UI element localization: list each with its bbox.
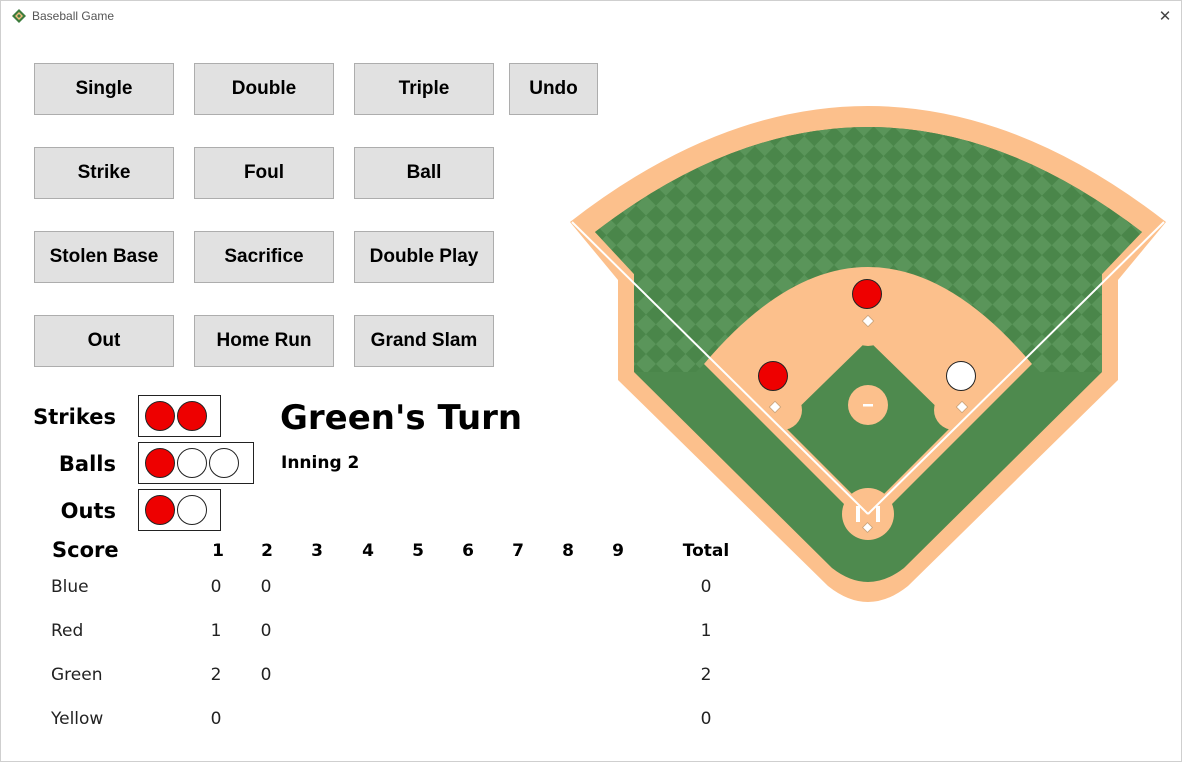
grand-slam-button[interactable]: Grand Slam — [354, 315, 494, 367]
score-cell: 2 — [210, 665, 222, 685]
score-cell: 0 — [210, 577, 222, 597]
runner-first-base — [946, 361, 976, 391]
foul-button[interactable]: Foul — [194, 147, 334, 199]
close-button[interactable]: ✕ — [1152, 4, 1178, 28]
total-cell: 2 — [700, 665, 712, 685]
team-name: Yellow — [51, 709, 104, 729]
inning-label: Inning 2 — [281, 453, 360, 473]
ball-indicator-dot — [209, 448, 239, 478]
total-cell: 0 — [700, 709, 712, 729]
outs-label: Outs — [60, 499, 116, 523]
ball-indicator-dot — [145, 448, 175, 478]
strike-indicator-dot — [177, 401, 207, 431]
out-indicator-dot — [145, 495, 175, 525]
out-button[interactable]: Out — [34, 315, 174, 367]
inning-header: 7 — [512, 541, 524, 561]
score-cell: 0 — [260, 621, 272, 641]
strike-button[interactable]: Strike — [34, 147, 174, 199]
score-cell: 0 — [260, 577, 272, 597]
ball-button[interactable]: Ball — [354, 147, 494, 199]
ball-indicator-dot — [177, 448, 207, 478]
team-name: Green — [51, 665, 103, 685]
window-title: Baseball Game — [32, 9, 115, 23]
runner-second-base — [852, 279, 882, 309]
turn-heading: Green's Turn — [280, 398, 523, 438]
outs-indicator — [138, 489, 221, 531]
runner-third-base — [758, 361, 788, 391]
close-icon: ✕ — [1158, 7, 1172, 25]
inning-header: 6 — [462, 541, 474, 561]
team-name: Blue — [51, 577, 89, 597]
strikes-indicator — [138, 395, 221, 437]
score-cell: 0 — [260, 665, 272, 685]
total-cell: 1 — [700, 621, 712, 641]
single-button[interactable]: Single — [34, 63, 174, 115]
score-cell: 1 — [210, 621, 222, 641]
sacrifice-button[interactable]: Sacrifice — [194, 231, 334, 283]
balls-indicator — [138, 442, 254, 484]
baseball-field — [570, 106, 1166, 602]
score-cell: 0 — [210, 709, 222, 729]
out-indicator-dot — [177, 495, 207, 525]
inning-header: 2 — [261, 541, 273, 561]
team-name: Red — [51, 621, 84, 641]
inning-header: 4 — [362, 541, 374, 561]
balls-label: Balls — [58, 452, 116, 476]
inning-header: 1 — [212, 541, 224, 561]
strikes-label: Strikes — [33, 405, 116, 429]
triple-button[interactable]: Triple — [354, 63, 494, 115]
strike-indicator-dot — [145, 401, 175, 431]
baseball-diamond-icon — [12, 9, 26, 23]
inning-header: 3 — [311, 541, 323, 561]
home-run-button[interactable]: Home Run — [194, 315, 334, 367]
double-play-button[interactable]: Double Play — [354, 231, 494, 283]
double-button[interactable]: Double — [194, 63, 334, 115]
inning-header: 5 — [412, 541, 424, 561]
score-title: Score — [52, 538, 119, 562]
stolen-base-button[interactable]: Stolen Base — [34, 231, 174, 283]
title-bar: Baseball Game ✕ — [0, 0, 1182, 32]
